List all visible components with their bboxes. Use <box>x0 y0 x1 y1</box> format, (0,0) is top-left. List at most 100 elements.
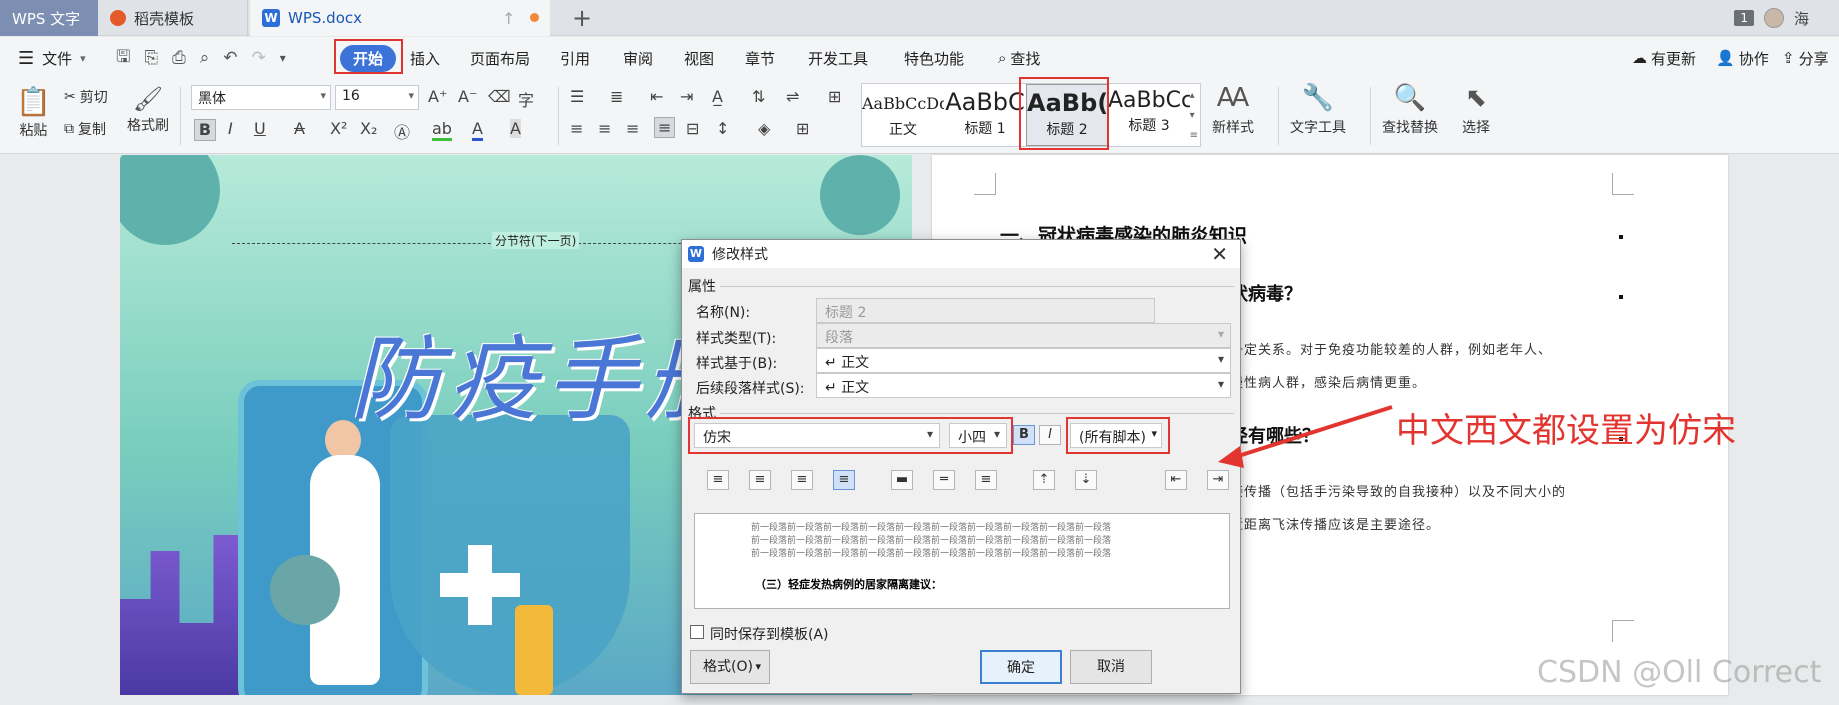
space-before-icon[interactable]: ⇡ <box>1033 470 1055 490</box>
align-right-icon[interactable]: ≡ <box>791 470 813 490</box>
numbered-list-icon[interactable]: ≣ <box>610 87 623 106</box>
find-replace-button[interactable]: 🔍 查找替换 <box>1382 83 1438 137</box>
update-button[interactable]: ☁ 有更新 <box>1632 37 1696 79</box>
borders-icon[interactable]: ⊞ <box>796 119 809 138</box>
paste-button[interactable]: 📋 粘贴 <box>16 85 51 140</box>
save-to-template-label[interactable]: 同时保存到模板(A) <box>710 624 829 644</box>
bold-icon[interactable]: B <box>194 119 216 141</box>
double-spacing-icon[interactable]: ≡ <box>975 470 997 490</box>
new-style-icon: Ꜳ <box>1216 83 1250 113</box>
copy-button[interactable]: ⧉ 复制 <box>64 119 106 139</box>
undo-icon[interactable]: ↶ <box>223 48 237 68</box>
align-left-icon[interactable]: ≡ <box>707 470 729 490</box>
close-icon[interactable]: ✕ <box>1211 242 1228 266</box>
subscript-icon[interactable]: X₂ <box>360 119 377 138</box>
text-tools-button[interactable]: 🔧 文字工具 <box>1290 83 1346 137</box>
cancel-button[interactable]: 取消 <box>1070 650 1152 684</box>
print-icon[interactable]: ⎙ <box>172 48 186 68</box>
decrease-indent-icon[interactable]: ⇤ <box>1165 470 1187 490</box>
daoke-icon <box>110 10 126 26</box>
select-button[interactable]: ⬉ 选择 <box>1462 83 1490 137</box>
increase-indent-icon[interactable]: ⇥ <box>1207 470 1229 490</box>
clear-format-icon[interactable]: ⌫ <box>488 87 511 106</box>
sort-icon[interactable]: ⇅ <box>752 87 765 106</box>
shrink-font-icon[interactable]: A⁻ <box>458 87 477 106</box>
menu-features[interactable]: 特色功能 <box>904 37 964 79</box>
format-painter-button[interactable]: 🖌 格式刷 <box>127 85 169 135</box>
tab-wps-app[interactable]: WPS 文字 <box>0 0 98 36</box>
italic-button[interactable]: I <box>1039 425 1061 445</box>
menu-review[interactable]: 审阅 <box>623 37 653 79</box>
dialog-title-bar[interactable]: W 修改样式 ✕ <box>682 240 1240 268</box>
gallery-scroll[interactable]: ▴ ▾ ≡ <box>1190 86 1198 146</box>
menu-insert[interactable]: 插入 <box>410 37 440 79</box>
align-right-icon[interactable]: ≡ <box>626 119 639 138</box>
align-center-icon[interactable]: ≡ <box>749 470 771 490</box>
text-effect-icon[interactable]: Ⓐ <box>394 119 410 143</box>
redo-icon[interactable]: ↷ <box>251 48 265 68</box>
save-icon[interactable]: 🖫 <box>116 44 130 73</box>
decrease-indent-icon[interactable]: ⇤ <box>650 87 663 106</box>
avatar[interactable] <box>1763 8 1784 28</box>
tab-daoke-templates[interactable]: 稻壳模板 <box>98 0 248 36</box>
menu-chapter[interactable]: 章节 <box>745 37 775 79</box>
space-after-icon[interactable]: ⇣ <box>1075 470 1097 490</box>
style-type-select[interactable]: 段落 <box>816 323 1231 348</box>
justify-icon[interactable]: ≡ <box>833 470 855 490</box>
menu-developer[interactable]: 开发工具 <box>808 37 868 79</box>
tab-document[interactable]: W WPS.docx ↑ <box>250 0 550 36</box>
italic-icon[interactable]: I <box>228 119 233 138</box>
align-center-icon[interactable]: ≡ <box>598 119 611 138</box>
font-size-select[interactable]: 16 <box>335 85 419 110</box>
single-spacing-icon[interactable]: ▬ <box>891 470 913 490</box>
user-name[interactable]: 海 <box>1794 8 1809 29</box>
font-name-select[interactable]: 黑体 <box>191 85 331 110</box>
align-left-icon[interactable]: ≡ <box>570 119 583 138</box>
shading-icon[interactable]: ◈ <box>758 119 770 138</box>
distribute-icon[interactable]: ⊟ <box>686 119 699 138</box>
superscript-icon[interactable]: X² <box>330 119 347 138</box>
style-heading-3[interactable]: AaBbCc 标题 3 <box>1108 84 1190 146</box>
name-input[interactable]: 标题 2 <box>816 298 1155 323</box>
save-to-template-checkbox[interactable] <box>690 625 704 639</box>
justify-icon[interactable]: ≡ <box>654 117 676 138</box>
print-preview-icon[interactable]: ⌕ <box>200 48 210 68</box>
one-half-spacing-icon[interactable]: ═ <box>933 470 955 490</box>
menu-view[interactable]: 视图 <box>684 37 714 79</box>
customize-icon[interactable]: ▾ <box>280 51 286 65</box>
ok-button[interactable]: 确定 <box>980 650 1062 684</box>
style-heading-1[interactable]: AaBbC 标题 1 <box>944 84 1026 146</box>
based-on-select[interactable]: ↵ 正文 <box>816 348 1231 373</box>
collaborate-button[interactable]: 👤 协作 <box>1716 37 1769 79</box>
grow-font-icon[interactable]: A⁺ <box>428 87 447 106</box>
cut-button[interactable]: ✂ 剪切 <box>64 87 108 107</box>
paragraph-spacing-icon[interactable]: ↕ <box>716 119 729 138</box>
export-icon[interactable]: ⎘ <box>144 48 158 68</box>
text-direction-icon[interactable]: A̲ <box>712 87 723 106</box>
char-shading-icon[interactable]: A <box>510 119 521 138</box>
menu-references[interactable]: 引用 <box>560 37 590 79</box>
next-style-select[interactable]: ↵ 正文 <box>816 373 1231 398</box>
phonetic-icon[interactable]: 字 <box>518 87 534 111</box>
show-marks-icon[interactable]: ⊞ <box>828 87 841 106</box>
menu-file[interactable]: ☰ 文件 ▾ <box>18 37 86 79</box>
font-color-icon[interactable]: A <box>472 119 483 141</box>
format-menu-button[interactable]: 格式(O) ▾ <box>690 650 770 684</box>
share-button[interactable]: ⇪ 分享 <box>1782 37 1829 79</box>
menu-search[interactable]: ⌕ 查找 <box>998 37 1040 79</box>
virus-icon <box>120 155 220 245</box>
increase-indent-icon[interactable]: ⇥ <box>680 87 693 106</box>
paragraph-2-line-2: 近距离飞沫传播应该是主要途径。 <box>1230 518 1441 533</box>
bold-button[interactable]: B <box>1013 425 1035 445</box>
window-count-badge[interactable]: 1 <box>1734 10 1754 26</box>
style-normal[interactable]: AaBbCcDd 正文 <box>862 84 944 146</box>
line-spacing-icon[interactable]: ⇌ <box>786 87 799 106</box>
new-style-button[interactable]: Ꜳ 新样式 <box>1212 83 1254 137</box>
highlight-icon[interactable]: ab <box>432 119 452 141</box>
strikethrough-icon[interactable]: A <box>294 119 305 138</box>
bullet-list-icon[interactable]: ☰ <box>570 87 584 106</box>
upload-icon[interactable]: ↑ <box>502 9 515 28</box>
menu-page-layout[interactable]: 页面布局 <box>470 37 530 79</box>
new-tab-button[interactable]: + <box>572 4 592 32</box>
underline-icon[interactable]: U <box>254 119 266 138</box>
